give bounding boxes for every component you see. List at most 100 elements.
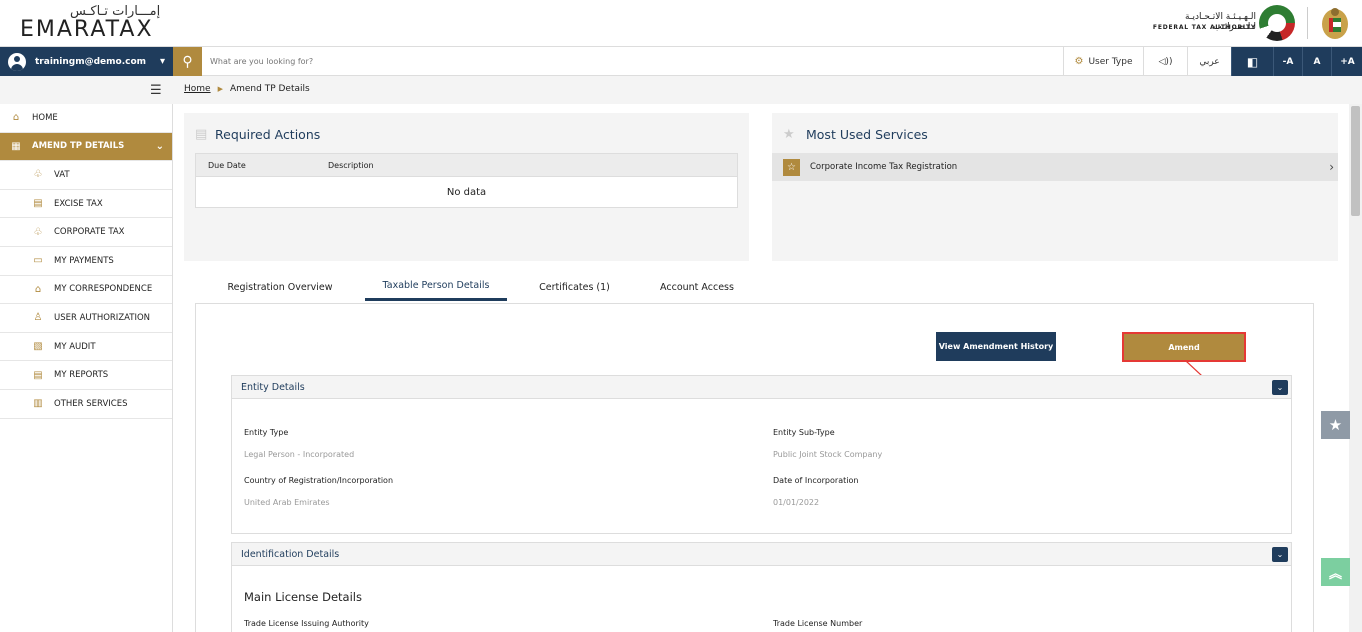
chevron-down-icon[interactable]: ⌄ (1272, 547, 1288, 562)
section-title: Entity Details (241, 381, 305, 393)
section-title: Identification Details (241, 548, 340, 560)
chevron-down-icon: ⌄ (155, 140, 164, 152)
entity-type-label: Entity Type (244, 428, 289, 437)
identification-details-header[interactable]: Identification Details ⌄ (232, 543, 1291, 566)
breadcrumb-bar: ☰ Home ▶ Amend TP Details (0, 76, 1362, 104)
top-header: إمـــارات تـاكـس EMARATAX الـهـيـئـة الا… (0, 0, 1362, 46)
view-amendment-history-button[interactable]: View Amendment History (936, 332, 1056, 361)
contrast-button[interactable]: ◧ (1231, 47, 1273, 76)
favorites-float-button[interactable]: ★ (1321, 411, 1350, 439)
clipboard-icon: ▤ (195, 127, 208, 142)
nav-right-tools: ⚙ User Type ◁)) عربي ◧ -A A +A (1063, 47, 1362, 76)
speaker-icon: ◁)) (1158, 56, 1173, 67)
country-value: United Arab Emirates (244, 498, 330, 507)
scroll-to-top-button[interactable]: ︽ (1321, 558, 1350, 586)
sidebar-item-label: MY REPORTS (54, 370, 109, 381)
required-actions-panel: ▤ Required Actions Due Date Description … (184, 113, 749, 261)
font-normal-label: A (1313, 56, 1321, 67)
tab-taxable-person-details[interactable]: Taxable Person Details (365, 273, 507, 301)
grid-icon: ▦ (11, 140, 21, 152)
language-toggle[interactable]: عربي (1187, 47, 1231, 76)
tab-label: Account Access (660, 281, 734, 293)
search-input[interactable] (210, 47, 1060, 76)
country-label: Country of Registration/Incorporation (244, 476, 394, 485)
tab-label: Certificates (1) (539, 281, 610, 293)
user-menu[interactable]: trainingm@demo.com ▾ (0, 47, 173, 76)
tab-certificates[interactable]: Certificates (1) (507, 273, 642, 301)
main-license-heading: Main License Details (244, 590, 362, 604)
star-icon: ★ (1328, 416, 1343, 434)
table-header: Due Date Description (196, 154, 737, 177)
tab-label: Taxable Person Details (382, 280, 490, 291)
breadcrumb-home-link[interactable]: Home (184, 84, 211, 94)
sidebar-item-excise-tax[interactable]: ▤ EXCISE TAX (0, 190, 172, 219)
sidebar-item-corporate-tax[interactable]: ♧ CORPORATE TAX (0, 218, 172, 247)
entity-details-section: Entity Details ⌄ Entity Type Legal Perso… (231, 375, 1292, 534)
user-avatar-icon (8, 52, 26, 71)
audio-button[interactable]: ◁)) (1143, 47, 1187, 76)
language-label: عربي (1199, 56, 1220, 67)
sidebar-item-vat[interactable]: ♧ VAT (0, 161, 172, 190)
entity-subtype-label: Entity Sub-Type (773, 428, 835, 437)
sidebar-item-label: AMEND TP DETAILS (32, 141, 125, 152)
scrollbar-thumb[interactable] (1351, 106, 1360, 216)
sidebar-item-my-correspondence[interactable]: ⌂ MY CORRESPONDENCE (0, 276, 172, 305)
incorporation-date-label: Date of Incorporation (773, 476, 859, 485)
page-scrollbar[interactable] (1349, 104, 1362, 632)
search-button[interactable]: ⚲ (173, 47, 202, 76)
sidebar-item-my-payments[interactable]: ▭ MY PAYMENTS (0, 247, 172, 276)
required-actions-title: Required Actions (215, 127, 321, 142)
chevron-down-icon: ▾ (159, 56, 165, 67)
audit-icon: ▧ (33, 341, 43, 353)
sidebar: ⌂ HOME ▦ AMEND TP DETAILS ⌄ ♧ VAT ▤ EXCI… (0, 104, 173, 632)
chevron-down-icon[interactable]: ⌄ (1272, 380, 1288, 395)
payments-icon: ▭ (33, 255, 43, 267)
gear-icon: ⚙ (1074, 56, 1084, 67)
fta-name-english: FEDERAL TAX AUTHORITY (1152, 24, 1256, 31)
tab-registration-overview[interactable]: Registration Overview (195, 273, 365, 301)
incorporation-date-value: 01/01/2022 (773, 498, 820, 507)
star-outline-icon: ☆ (783, 158, 800, 176)
tab-account-access[interactable]: Account Access (642, 273, 752, 301)
contrast-icon: ◧ (1246, 54, 1259, 69)
user-type-button[interactable]: ⚙ User Type (1063, 47, 1143, 76)
required-actions-table: Due Date Description No data (195, 153, 738, 208)
other-services-icon: ▥ (33, 398, 43, 410)
reports-icon: ▤ (33, 369, 43, 381)
tab-content: View Amendment History Amend 1 Entity De… (195, 303, 1314, 632)
logo-emaratax[interactable]: EMARATAX (20, 17, 154, 42)
logo-divider (1307, 7, 1308, 39)
chevron-right-icon: › (1329, 160, 1334, 174)
amend-button[interactable]: Amend (1122, 332, 1246, 362)
user-email: trainingm@demo.com (35, 56, 147, 67)
breadcrumb-separator-icon: ▶ (217, 85, 223, 93)
double-chevron-up-icon: ︽ (1328, 566, 1342, 582)
user-auth-icon: ♙ (33, 312, 43, 324)
font-increase-button[interactable]: +A (1331, 47, 1362, 76)
sidebar-item-my-reports[interactable]: ▤ MY REPORTS (0, 361, 172, 390)
sidebar-item-amend-tp-details[interactable]: ▦ AMEND TP DETAILS ⌄ (0, 132, 172, 162)
license-number-label: Trade License Number (773, 619, 863, 628)
hamburger-menu-icon[interactable]: ☰ (150, 83, 162, 98)
identification-details-section: Identification Details ⌄ Main License De… (231, 542, 1292, 632)
sidebar-item-label: MY PAYMENTS (54, 255, 114, 266)
home-icon: ⌂ (12, 112, 20, 124)
excise-icon: ▤ (33, 198, 43, 210)
sidebar-item-label: VAT (54, 169, 70, 180)
service-item-corporate-income-tax[interactable]: ☆ Corporate Income Tax Registration › (772, 153, 1338, 181)
empty-state: No data (446, 186, 487, 198)
font-decrease-button[interactable]: -A (1273, 47, 1302, 76)
sidebar-item-my-audit[interactable]: ▧ MY AUDIT (0, 333, 172, 362)
vat-icon: ♧ (33, 169, 43, 181)
entity-details-header[interactable]: Entity Details ⌄ (232, 376, 1291, 399)
sidebar-item-user-authorization[interactable]: ♙ USER AUTHORIZATION (0, 304, 172, 333)
font-normal-button[interactable]: A (1302, 47, 1331, 76)
sidebar-item-label: MY AUDIT (54, 341, 96, 352)
column-description: Description (328, 160, 374, 170)
sidebar-item-label: HOME (32, 112, 58, 123)
corporate-tax-icon: ♧ (33, 226, 43, 238)
sidebar-item-home[interactable]: ⌂ HOME (0, 104, 172, 133)
sidebar-item-label: MY CORRESPONDENCE (54, 284, 153, 295)
sidebar-item-other-services[interactable]: ▥ OTHER SERVICES (0, 390, 172, 419)
entity-type-value: Legal Person - Incorporated (244, 450, 355, 459)
